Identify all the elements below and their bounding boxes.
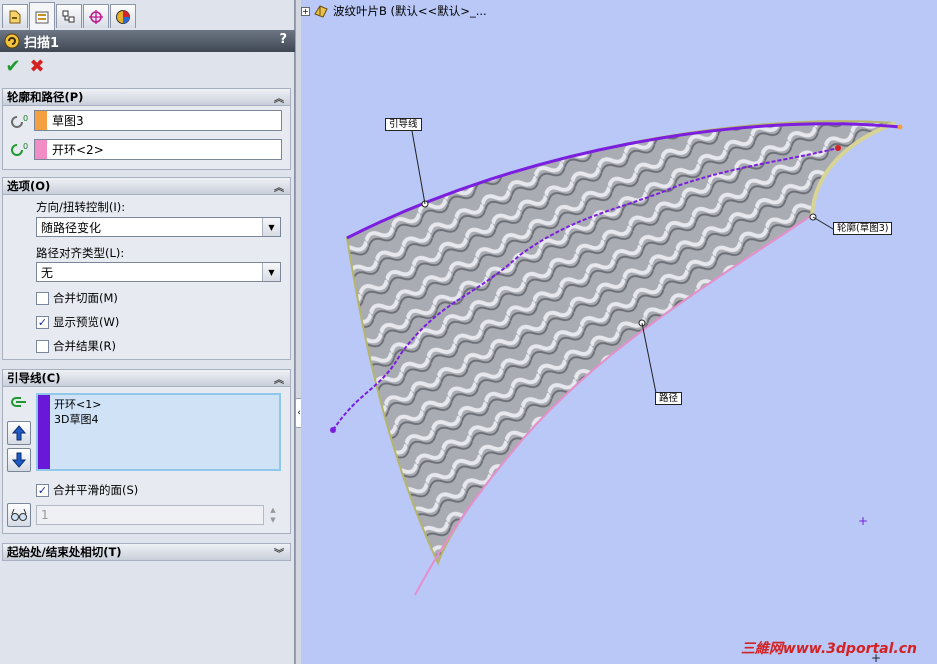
help-button[interactable]: ? [279,32,287,47]
profile-color-swatch [35,111,47,130]
sweep-preview-model: + + [330,120,903,664]
arrow-up-icon [12,425,26,441]
spinner-value: 1 [41,508,49,522]
move-up-button[interactable] [7,421,31,445]
path-selection-icon: 0 [11,142,28,156]
configuration-icon [62,10,75,22]
property-manager-icon [35,11,49,23]
path-selection-box[interactable]: 开环<2> [34,139,282,160]
tab-feature-manager[interactable] [2,4,28,28]
move-down-button[interactable] [7,448,31,472]
callout-guide-curve[interactable]: 引导线 [385,118,422,131]
watermark: 三維网www.3dportal.cn [740,641,917,657]
group-title: 轮廓和路径(P) [7,90,84,104]
sweep-icon [4,33,20,49]
orientation-value: 随路径变化 [41,220,102,235]
group-header-start-end-tangency[interactable]: 起始处/结束处相切(T) ︾ [2,543,291,561]
feature-title: 扫描1 [24,35,60,51]
dropdown-arrow-icon[interactable]: ▼ [262,263,280,281]
orientation-label: 方向/扭转控制(I): [36,200,126,214]
merge-result-checkbox[interactable]: 合并结果(R) [36,338,116,354]
action-bar: ✔ ✖ [0,54,295,80]
collapse-icon[interactable]: ︽ [274,179,284,194]
crosshair-icon [89,9,103,24]
spinner-arrows[interactable]: ▲ ▼ [266,505,280,525]
manager-tabs [0,2,295,30]
tab-property-manager[interactable] [29,2,55,30]
collapse-icon[interactable]: ︽ [274,90,284,105]
checkbox-label: 合并切面(M) [53,291,118,305]
show-preview-checkbox[interactable]: ✓ 显示预览(W) [36,314,119,330]
sweep-surface [345,120,896,566]
property-manager: 扫描1 ? ✔ ✖ 轮廓和路径(P) ︽ 0 草图3 0 开环<2> 选项(O)… [0,0,295,664]
group-header-guide-curves[interactable]: 引导线(C) ︽ [2,369,291,387]
list-item[interactable]: 开环<1> [54,396,101,412]
feature-tree-icon [9,10,21,23]
callout-path[interactable]: 路径 [655,392,683,405]
ok-check-icon[interactable]: ✔ [3,57,23,77]
guide-curve-selection-icon [11,397,26,407]
merge-smooth-faces-checkbox[interactable]: ✓ 合并平滑的面(S) [36,482,138,498]
callout-profile[interactable]: 轮廓(草图3) [833,222,893,235]
checkbox-box[interactable]: ✓ [36,315,49,329]
expand-icon[interactable]: ︾ [274,545,284,560]
svg-text:0: 0 [23,114,28,123]
group-title: 选项(O) [7,179,51,193]
merge-tangent-checkbox[interactable]: 合并切面(M) [36,290,118,306]
display-manager-icon [116,9,130,24]
svg-text:0: 0 [23,142,28,151]
guide-curves-list[interactable]: 开环<1> 3D草图4 [36,393,281,471]
profile-selection-box[interactable]: 草图3 [34,110,282,131]
group-title: 起始处/结束处相切(T) [7,545,122,559]
profile-value: 草图3 [52,114,84,128]
section-number-spinner[interactable]: 1 [36,505,264,525]
checkbox-box[interactable] [36,339,49,353]
path-color-swatch [35,140,47,159]
checkbox-box[interactable]: ✓ [36,483,49,497]
path-value: 开环<2> [52,143,104,157]
tab-configuration-manager[interactable] [56,4,82,28]
checkbox-label: 合并结果(R) [53,339,116,353]
tab-dimxpert[interactable] [83,4,109,28]
group-header-profile-path[interactable]: 轮廓和路径(P) ︽ [2,88,291,106]
glasses-icon [11,508,27,521]
path-align-select[interactable]: 无 ▼ [36,262,281,282]
collapse-icon[interactable]: ︽ [274,371,284,386]
dropdown-arrow-icon[interactable]: ▼ [262,218,280,236]
tab-display-manager[interactable] [110,4,136,28]
checkbox-box[interactable] [36,291,49,305]
checkbox-label: 合并平滑的面(S) [53,483,139,497]
group-title: 引导线(C) [7,371,61,385]
list-item[interactable]: 3D草图4 [54,411,98,427]
guide-color-swatch [38,395,50,469]
group-header-options[interactable]: 选项(O) ︽ [2,177,291,195]
origin-marker: + [858,514,868,528]
feature-title-bar: 扫描1 ? [0,30,295,52]
path-align-value: 无 [41,265,54,280]
orientation-select[interactable]: 随路径变化 ▼ [36,217,281,237]
graphics-viewport[interactable]: + 波纹叶片B (默认<<默认>_... + + 引导线 轮廓(草图3) 路径 … [301,0,937,664]
path-align-label: 路径对齐类型(L): [36,246,125,260]
profile-selection-icon: 0 [11,114,28,128]
show-sections-button[interactable] [7,503,31,527]
checkbox-label: 显示预览(W) [53,315,120,329]
cancel-x-icon[interactable]: ✖ [27,57,47,77]
arrow-down-icon [12,452,26,468]
